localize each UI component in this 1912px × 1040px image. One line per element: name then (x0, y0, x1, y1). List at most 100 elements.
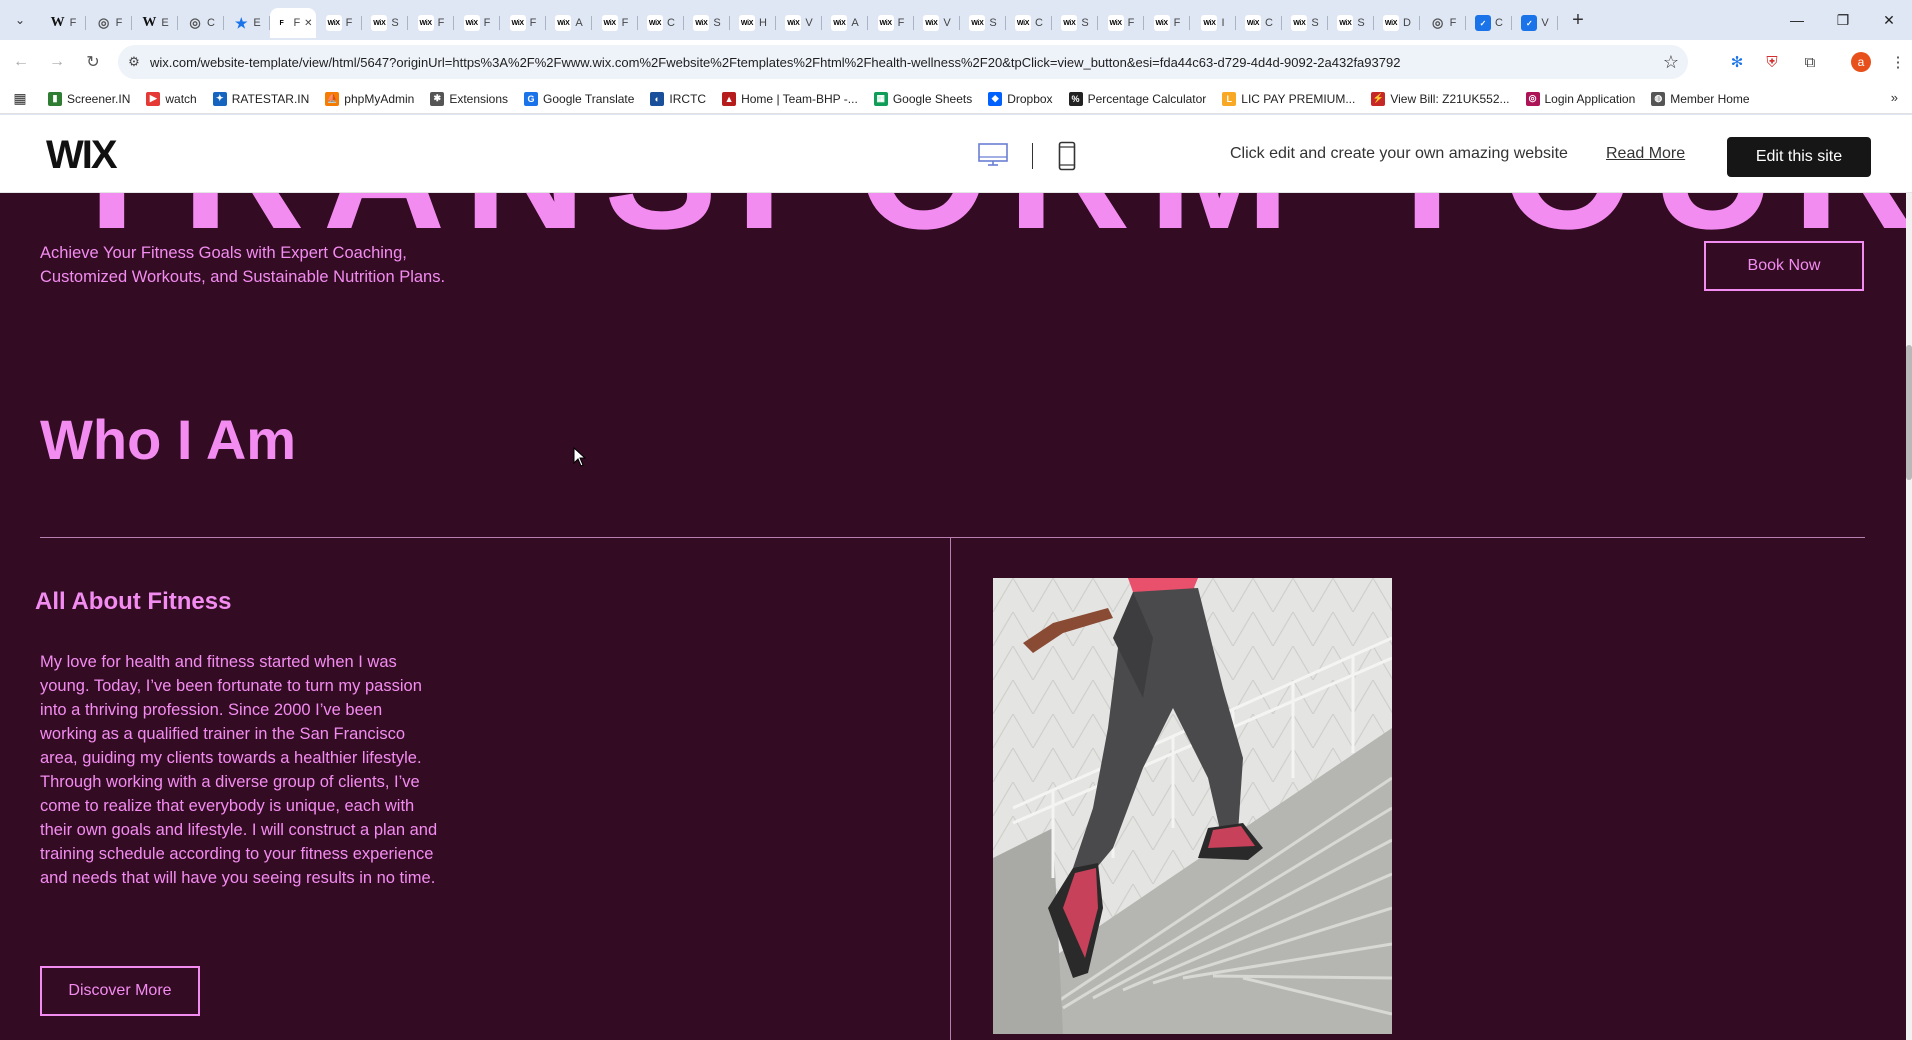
browser-menu-icon[interactable]: ⋮ (1883, 47, 1912, 77)
browser-tab[interactable]: WiX C (1236, 8, 1282, 38)
wikipedia-favicon-icon: W (50, 15, 65, 30)
bookmark-item[interactable]: ◆ Dropbox (980, 91, 1060, 106)
active-tab-favicon-icon: F (273, 15, 290, 31)
bookmark-item[interactable]: ◍ Member Home (1643, 91, 1757, 106)
reload-icon[interactable]: ↻ (78, 47, 108, 77)
bookmark-item[interactable]: ✦ RATESTAR.IN (205, 91, 318, 106)
browser-tab[interactable]: ◎ F (86, 8, 132, 38)
browser-tab[interactable]: WiX V (776, 8, 822, 38)
browser-tab[interactable]: WiX S (362, 8, 408, 38)
bookmark-label: Member Home (1670, 91, 1750, 106)
browser-tab[interactable]: WiX S (1282, 8, 1328, 38)
bookmark-item[interactable]: ✱ Extensions (422, 91, 516, 106)
tab-search-chevron-icon[interactable]: ⌄ (0, 0, 40, 40)
back-icon[interactable]: ← (6, 47, 36, 77)
close-tab-icon[interactable]: ✕ (304, 18, 312, 29)
browser-tab[interactable]: WiX F (408, 8, 454, 38)
browser-tab[interactable]: WiX F (1098, 8, 1144, 38)
bookmark-item[interactable]: ▶ watch (138, 91, 204, 106)
browser-tab[interactable]: WiX F (316, 8, 362, 38)
wix-favicon-icon: WiX (1245, 15, 1262, 31)
browser-tab[interactable]: WiX I (1190, 8, 1236, 38)
browser-tab[interactable]: WE (132, 8, 178, 38)
desktop-view-icon[interactable] (978, 143, 1008, 167)
tab-title: S (1357, 17, 1365, 29)
bookmark-star-icon[interactable]: ☆ (1654, 52, 1688, 73)
bookmark-item[interactable]: % Percentage Calculator (1061, 91, 1215, 106)
bookmark-item[interactable]: L LIC PAY PREMIUM... (1214, 91, 1363, 106)
site-info-icon[interactable]: ⚙ (118, 45, 150, 79)
book-now-button[interactable]: Book Now (1704, 241, 1864, 291)
browser-tab[interactable]: WiX S (960, 8, 1006, 38)
bookmark-item[interactable]: ▲ Home | Team-BHP -... (714, 91, 866, 106)
tab-title: S (1311, 17, 1319, 29)
browser-tab[interactable]: WiX H (730, 8, 776, 38)
new-tab-button[interactable]: + (1562, 4, 1594, 36)
extensions-puzzle-icon[interactable]: ⧉ (1795, 47, 1825, 77)
browser-tab[interactable]: ★ E (224, 8, 270, 38)
mobile-view-icon[interactable] (1058, 141, 1076, 171)
wix-favicon-icon: WiX (1061, 15, 1078, 31)
browser-tab[interactable]: WiX F (1144, 8, 1190, 38)
restore-icon[interactable]: ❐ (1820, 0, 1866, 40)
bookmark-favicon-icon: G (524, 91, 539, 106)
tab-title: F (483, 17, 491, 29)
bookmarks-overflow-icon[interactable]: » (1891, 90, 1898, 105)
browser-tab[interactable]: WiX F (454, 8, 500, 38)
address-bar[interactable]: ⚙ wix.com/website-template/view/html/564… (118, 45, 1688, 79)
minimize-icon[interactable]: — (1774, 0, 1820, 40)
browser-tab[interactable]: WiX F (868, 8, 914, 38)
wix-favicon-icon: WiX (969, 15, 986, 31)
url-text[interactable]: wix.com/website-template/view/html/5647?… (150, 55, 1654, 70)
browser-tab[interactable]: WiX F (592, 8, 638, 38)
browser-tab[interactable]: WF (40, 8, 86, 38)
browser-tab[interactable]: WiX S (684, 8, 730, 38)
page-scrollbar[interactable] (1906, 193, 1912, 1040)
wix-logo[interactable]: WIX (46, 133, 118, 178)
bookmark-item[interactable]: ⛵ phpMyAdmin (317, 91, 422, 106)
tab-title: F (69, 17, 77, 29)
discover-more-button[interactable]: Discover More (40, 966, 200, 1016)
browser-tab[interactable]: WiX A (822, 8, 868, 38)
tab-title: C (1495, 17, 1503, 29)
browser-tab[interactable]: WiX S (1052, 8, 1098, 38)
bookmark-label: Extensions (449, 91, 509, 106)
read-more-link[interactable]: Read More (1606, 145, 1685, 163)
bookmark-item[interactable]: ▦ Google Sheets (866, 91, 980, 106)
wix-favicon-icon: WiX (923, 15, 940, 31)
bookmark-item[interactable]: ◎ Login Application (1518, 91, 1644, 106)
browser-tab[interactable]: WiX D (1374, 8, 1420, 38)
browser-tab[interactable]: WiX S (1328, 8, 1374, 38)
bookmarks-bar: ▦ ▮ Screener.IN ▶ watch ✦ RATESTAR.IN ⛵ phpMyAd… (0, 84, 1912, 114)
bookmark-item[interactable]: ⚡ View Bill: Z21UK552... (1363, 91, 1517, 106)
browser-tab[interactable]: ✓ C (1466, 8, 1512, 38)
bookmark-label: Google Sheets (892, 91, 973, 106)
browser-tab[interactable]: WiX C (638, 8, 684, 38)
edit-this-site-button[interactable]: Edit this site (1727, 137, 1871, 177)
shield-extension-icon[interactable]: ⛨ (1757, 47, 1787, 77)
forward-icon[interactable]: → (42, 47, 72, 77)
page-scrollbar-thumb[interactable] (1906, 345, 1912, 480)
profile-avatar[interactable]: a (1846, 47, 1876, 77)
browser-tab[interactable]: F F ✕ (270, 8, 316, 38)
tab-title: F (115, 17, 123, 29)
browser-tab[interactable]: ◎ C (178, 8, 224, 38)
bookmark-item[interactable]: G Google Translate (516, 91, 642, 106)
tab-title: V (1541, 17, 1549, 29)
apps-grid-icon[interactable]: ▦ (0, 90, 40, 107)
extension-icon[interactable]: ✻ (1722, 47, 1752, 77)
tab-title: S (391, 17, 399, 29)
bookmark-favicon-icon: % (1068, 91, 1083, 106)
bookmark-item[interactable]: ▮ Screener.IN (40, 91, 138, 106)
bookmark-label: phpMyAdmin (344, 91, 415, 106)
bookmark-label: RATESTAR.IN (231, 91, 310, 106)
tab-title: F (1127, 17, 1135, 29)
browser-tab[interactable]: WiX F (500, 8, 546, 38)
close-window-icon[interactable]: ✕ (1866, 0, 1912, 40)
browser-tab[interactable]: WiX V (914, 8, 960, 38)
browser-tab[interactable]: WiX C (1006, 8, 1052, 38)
browser-tab[interactable]: ✓ V (1512, 8, 1558, 38)
browser-tab[interactable]: WiX A (546, 8, 592, 38)
browser-tab[interactable]: ◎ F (1420, 8, 1466, 38)
bookmark-item[interactable]: ◐ IRCTC (642, 91, 714, 106)
